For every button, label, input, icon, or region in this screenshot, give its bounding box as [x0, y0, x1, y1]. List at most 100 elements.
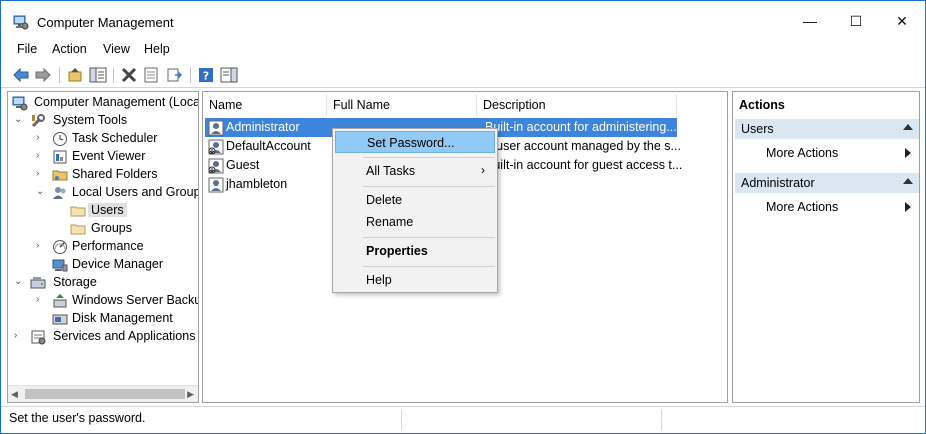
collapse-up-icon[interactable] — [903, 124, 913, 130]
collapse-arrow-icon[interactable]: ⌄ — [14, 114, 24, 126]
tree-item-device-manager[interactable]: Device Manager — [8, 256, 198, 274]
menu-file[interactable]: File — [17, 42, 37, 56]
tree-label: Shared Folders — [72, 167, 158, 181]
console-tree[interactable]: Computer Management (Local ⌄ System Tool… — [7, 91, 199, 403]
context-menu-separator — [363, 266, 495, 267]
more-actions-label: More Actions — [766, 200, 839, 214]
maximize-button[interactable]: ☐ — [833, 1, 879, 41]
chevron-right-icon — [905, 202, 911, 212]
tree-item-system-tools[interactable]: ⌄ System Tools — [8, 112, 198, 130]
more-actions-label: More Actions — [766, 146, 839, 160]
status-bar: Set the user's password. — [1, 406, 925, 433]
actions-group-administrator[interactable]: Administrator — [735, 173, 919, 193]
tree-item-services-and-applications[interactable]: › Services and Applications — [8, 328, 198, 346]
user-name: jhambleton — [226, 177, 288, 191]
delete-icon — [121, 67, 137, 83]
collapse-up-icon[interactable] — [903, 178, 913, 184]
collapse-arrow-icon[interactable]: ⌄ — [14, 276, 24, 288]
actions-group-label: Users — [741, 122, 774, 136]
context-menu-set-password[interactable]: Set Password... — [335, 131, 495, 153]
storage-icon — [30, 277, 46, 289]
context-menu-all-tasks[interactable]: All Tasks › — [335, 160, 495, 182]
expand-arrow-icon[interactable]: › — [36, 294, 46, 306]
forward-arrow-icon — [35, 68, 51, 82]
toolbar-separator — [190, 67, 191, 83]
column-header-name[interactable]: Name — [203, 94, 327, 116]
disabled-user-icon — [208, 139, 224, 155]
actions-group-users[interactable]: Users — [735, 119, 919, 139]
computer-management-app-icon — [13, 15, 29, 30]
user-icon — [208, 120, 224, 136]
tree-item-storage[interactable]: ⌄ Storage — [8, 274, 198, 292]
tree-label: Users — [88, 203, 127, 217]
tree-item-performance[interactable]: › Performance — [8, 238, 198, 256]
tree-label: Groups — [91, 221, 132, 235]
context-menu-rename[interactable]: Rename — [335, 211, 495, 233]
status-text: Set the user's password. — [9, 411, 146, 425]
svg-text:?: ? — [203, 70, 209, 83]
title-bar[interactable]: Computer Management — ☐ ✕ — [1, 1, 925, 41]
close-button[interactable]: ✕ — [879, 1, 925, 41]
toolbar-separator — [113, 67, 114, 83]
computer-management-window: Computer Management — ☐ ✕ File Action Vi… — [0, 0, 926, 434]
minimize-button[interactable]: — — [787, 1, 833, 41]
tree-label: System Tools — [53, 113, 128, 127]
expand-arrow-icon[interactable]: › — [36, 168, 46, 180]
user-name: Guest — [226, 158, 260, 172]
tree-horizontal-scrollbar[interactable]: ◀ ▶ — [8, 385, 198, 402]
tree-item-users[interactable]: Users — [8, 202, 198, 220]
tree-label: Computer Management (Local — [34, 95, 199, 109]
disk-management-icon — [52, 314, 68, 325]
event-viewer-icon — [53, 150, 67, 164]
properties-button[interactable] — [141, 65, 161, 85]
backup-icon — [53, 294, 67, 308]
context-menu-delete[interactable]: Delete — [335, 189, 495, 211]
tree-item-shared-folders[interactable]: › Shared Folders — [8, 166, 198, 184]
tree-item-windows-server-backup[interactable]: › Windows Server Backup — [8, 292, 198, 310]
tree-item-disk-management[interactable]: Disk Management — [8, 310, 198, 328]
tree-item-groups[interactable]: Groups — [8, 220, 198, 238]
scroll-left-arrow-icon[interactable]: ◀ — [11, 389, 18, 400]
menu-help[interactable]: Help — [144, 42, 170, 56]
scrollbar-thumb[interactable] — [25, 389, 185, 399]
tree-label: Local Users and Groups — [72, 185, 199, 199]
context-menu-help[interactable]: Help — [335, 269, 495, 291]
help-button[interactable]: ? — [196, 65, 216, 85]
tree-item-local-users-and-groups[interactable]: ⌄ Local Users and Groups — [8, 184, 198, 202]
actions-title: Actions — [739, 98, 785, 112]
more-actions-users[interactable]: More Actions — [735, 143, 919, 163]
export-list-button[interactable] — [164, 65, 184, 85]
expand-arrow-icon[interactable]: › — [36, 150, 46, 162]
tree-item-computer-management[interactable]: Computer Management (Local — [8, 94, 198, 112]
toolbar: ? — [1, 62, 925, 88]
menu-view[interactable]: View — [103, 42, 130, 56]
collapse-arrow-icon[interactable]: ⌄ — [36, 186, 46, 198]
up-one-level-button[interactable] — [65, 65, 85, 85]
tree-item-event-viewer[interactable]: › Event Viewer — [8, 148, 198, 166]
context-menu-label: All Tasks — [366, 164, 416, 178]
help-icon: ? — [199, 68, 213, 83]
expand-arrow-icon[interactable]: › — [14, 330, 24, 342]
back-button[interactable] — [11, 65, 31, 85]
tree-label: Event Viewer — [72, 149, 146, 163]
expand-arrow-icon[interactable]: › — [36, 240, 46, 252]
show-hide-tree-button[interactable] — [88, 65, 108, 85]
menu-bar: File Action View Help — [1, 39, 925, 61]
user-description: A user account managed by the s... — [485, 139, 681, 153]
show-hide-action-pane-button[interactable] — [219, 65, 239, 85]
forward-button[interactable] — [33, 65, 53, 85]
column-header-full-name[interactable]: Full Name — [327, 94, 477, 116]
context-menu-label: Help — [366, 273, 392, 287]
delete-button[interactable] — [119, 65, 139, 85]
scroll-right-arrow-icon[interactable]: ▶ — [187, 389, 194, 400]
toolbar-separator — [59, 67, 60, 83]
menu-action[interactable]: Action — [52, 42, 87, 56]
more-actions-administrator[interactable]: More Actions — [735, 197, 919, 217]
tree-item-task-scheduler[interactable]: › Task Scheduler — [8, 130, 198, 148]
tree-label: Performance — [72, 239, 144, 253]
tree-label: Storage — [53, 275, 97, 289]
column-header-description[interactable]: Description — [477, 94, 677, 116]
actions-group-label: Administrator — [741, 176, 815, 190]
expand-arrow-icon[interactable]: › — [36, 132, 46, 144]
context-menu-properties[interactable]: Properties — [335, 240, 495, 262]
